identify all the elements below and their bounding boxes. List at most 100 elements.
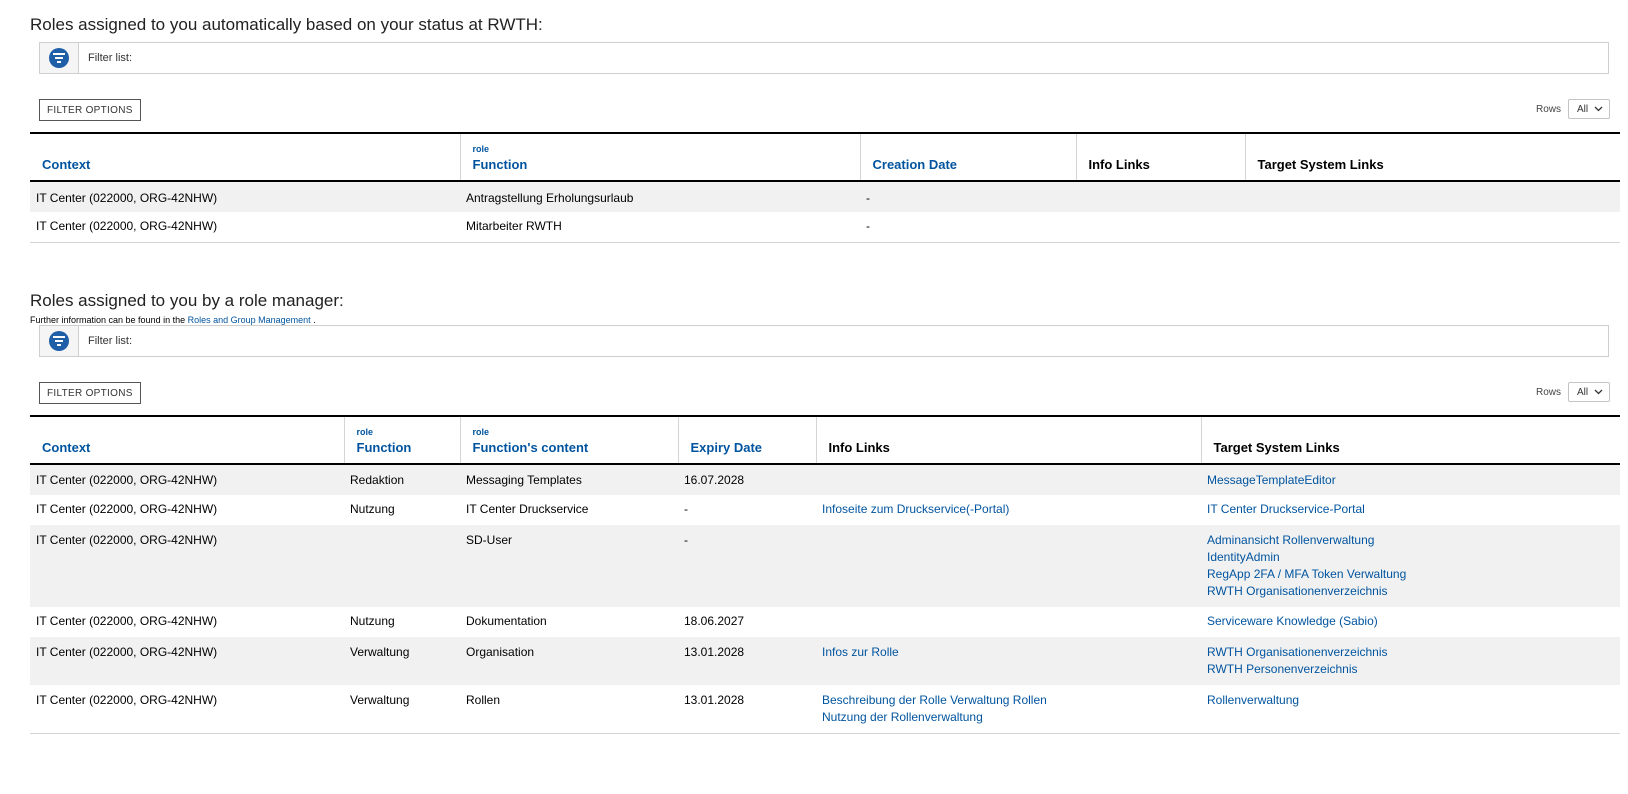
cell-expiry: 18.06.2027 — [684, 614, 745, 628]
cell-content: IT Center Druckservice — [466, 502, 589, 516]
cell-content: Messaging Templates — [466, 473, 582, 487]
target-link[interactable]: RWTH Personenverzeichnis — [1207, 661, 1614, 678]
column-context[interactable]: Context — [30, 133, 460, 181]
cell-target-links: Serviceware Knowledge (Sabio) — [1201, 607, 1620, 637]
cell-creation-date: - — [866, 219, 870, 233]
cell-info-links — [816, 464, 1201, 495]
cell-function: Antragstellung Erholungsurlaub — [466, 191, 634, 205]
cell-function — [344, 525, 460, 607]
target-link[interactable]: Serviceware Knowledge (Sabio) — [1207, 613, 1614, 630]
column-info-links: Info Links — [1075, 133, 1245, 181]
filter-icon — [49, 48, 69, 68]
rows-select[interactable]: All — [1568, 99, 1610, 119]
manager-roles-section: Roles assigned to you by a role manager:… — [30, 291, 1620, 734]
further-info-text: Further information can be found in the … — [30, 315, 316, 325]
cell-info-links: Infoseite zum Druckservice(-Portal) — [816, 495, 1201, 525]
cell-info-links — [1076, 181, 1245, 212]
info-link[interactable]: Infoseite zum Druckservice(-Portal) — [822, 501, 1195, 518]
rows-select-value: All — [1577, 103, 1589, 115]
filter-options-button[interactable]: FILTER OPTIONS — [39, 99, 141, 121]
column-function[interactable]: role Function — [343, 416, 460, 464]
target-link[interactable]: Rollenverwaltung — [1207, 692, 1614, 709]
roles-group-management-link[interactable]: Roles and Group Management — [188, 315, 311, 325]
rows-select[interactable]: All — [1568, 382, 1610, 402]
filter-options-button[interactable]: FILTER OPTIONS — [39, 382, 141, 404]
target-link[interactable]: IT Center Druckservice-Portal — [1207, 501, 1614, 518]
target-link[interactable]: Adminansicht Rollenverwaltung — [1207, 532, 1614, 549]
cell-target-links: RWTH Organisationenverzeichnis RWTH Pers… — [1201, 637, 1620, 685]
cell-context: IT Center (022000, ORG-42NHW) — [36, 502, 218, 516]
info-link[interactable]: Beschreibung der Rolle Verwaltung Rollen — [822, 692, 1195, 709]
column-target-system-links: Target System Links — [1244, 133, 1620, 181]
rows-label: Rows — [1535, 386, 1561, 398]
cell-expiry: 13.01.2028 — [684, 693, 745, 707]
filter-list-label: Filter list: — [88, 52, 132, 64]
cell-expiry: 16.07.2028 — [684, 473, 745, 487]
cell-content: Organisation — [466, 645, 535, 659]
cell-target-links: Rollenverwaltung — [1201, 685, 1620, 733]
cell-content: Dokumentation — [466, 614, 547, 628]
cell-target-links: MessageTemplateEditor — [1201, 464, 1620, 495]
filter-icon-button[interactable] — [40, 43, 79, 73]
rows-control: Rows All — [1536, 99, 1610, 119]
table-row: IT Center (022000, ORG-42NHW) SD-User - … — [30, 525, 1620, 607]
rows-select-value: All — [1577, 386, 1589, 398]
column-context[interactable]: Context — [30, 416, 344, 464]
auto-roles-table: Context role Function Creation Date Info … — [30, 132, 1620, 243]
cell-context: IT Center (022000, ORG-42NHW) — [36, 191, 218, 205]
target-link[interactable]: RWTH Organisationenverzeichnis — [1207, 644, 1614, 661]
column-function[interactable]: role Function — [459, 133, 860, 181]
table-row: IT Center (022000, ORG-42NHW) Nutzung Do… — [30, 607, 1620, 637]
cell-target-links — [1245, 181, 1620, 212]
cell-info-links: Infos zur Rolle — [816, 637, 1201, 685]
cell-expiry: - — [684, 502, 688, 516]
cell-info-links: Beschreibung der Rolle Verwaltung Rollen… — [816, 685, 1201, 733]
table-row: IT Center (022000, ORG-42NHW) Redaktion … — [30, 464, 1620, 495]
cell-expiry: - — [684, 533, 688, 547]
column-function-sub: role — [472, 144, 490, 154]
cell-expiry: 13.01.2028 — [684, 645, 745, 659]
cell-info-links — [1076, 212, 1245, 242]
rows-control: Rows All — [1536, 382, 1610, 402]
cell-function: Verwaltung — [350, 693, 410, 707]
table-row: IT Center (022000, ORG-42NHW) Mitarbeite… — [30, 212, 1620, 242]
table-row: IT Center (022000, ORG-42NHW) Antragstel… — [30, 181, 1620, 212]
column-creation-date[interactable]: Creation Date — [859, 133, 1076, 181]
chevron-down-icon — [1594, 106, 1603, 112]
cell-function: Nutzung — [350, 614, 395, 628]
table-row: IT Center (022000, ORG-42NHW) Verwaltung… — [30, 685, 1620, 733]
table-row: IT Center (022000, ORG-42NHW) Nutzung IT… — [30, 495, 1620, 525]
cell-creation-date: - — [866, 191, 870, 205]
target-link[interactable]: MessageTemplateEditor — [1207, 472, 1614, 489]
auto-roles-section: Roles assigned to you automatically base… — [30, 15, 1620, 243]
cell-context: IT Center (022000, ORG-42NHW) — [36, 693, 218, 707]
column-function-content[interactable]: role Function's content — [459, 416, 678, 464]
column-expiry-date[interactable]: Expiry Date — [677, 416, 816, 464]
target-link[interactable]: RegApp 2FA / MFA Token Verwaltung — [1207, 566, 1614, 583]
cell-function: Redaktion — [350, 473, 405, 487]
cell-function: Verwaltung — [350, 645, 410, 659]
chevron-down-icon — [1594, 389, 1603, 395]
filter-icon-button[interactable] — [40, 326, 79, 356]
target-link[interactable]: RWTH Organisationenverzeichnis — [1207, 583, 1614, 600]
cell-function: Nutzung — [350, 502, 395, 516]
cell-info-links — [816, 607, 1201, 637]
manager-roles-heading: Roles assigned to you by a role manager: — [30, 291, 344, 310]
cell-content: Rollen — [466, 693, 501, 707]
info-link[interactable]: Infos zur Rolle — [822, 644, 1195, 661]
column-info-links: Info Links — [815, 416, 1201, 464]
cell-target-links — [1245, 212, 1620, 242]
table-row: IT Center (022000, ORG-42NHW) Verwaltung… — [30, 637, 1620, 685]
cell-target-links: IT Center Druckservice-Portal — [1201, 495, 1620, 525]
filter-list-box[interactable]: Filter list: — [39, 325, 1609, 357]
cell-context: IT Center (022000, ORG-42NHW) — [36, 614, 218, 628]
column-target-system-links: Target System Links — [1200, 416, 1620, 464]
rows-label: Rows — [1535, 103, 1561, 115]
target-link[interactable]: IdentityAdmin — [1207, 549, 1614, 566]
filter-list-box[interactable]: Filter list: — [39, 42, 1609, 74]
cell-info-links — [816, 525, 1201, 607]
cell-context: IT Center (022000, ORG-42NHW) — [36, 219, 218, 233]
info-link[interactable]: Nutzung der Rollenverwaltung — [822, 709, 1195, 726]
auto-roles-heading: Roles assigned to you automatically base… — [30, 15, 543, 34]
cell-context: IT Center (022000, ORG-42NHW) — [36, 645, 218, 659]
